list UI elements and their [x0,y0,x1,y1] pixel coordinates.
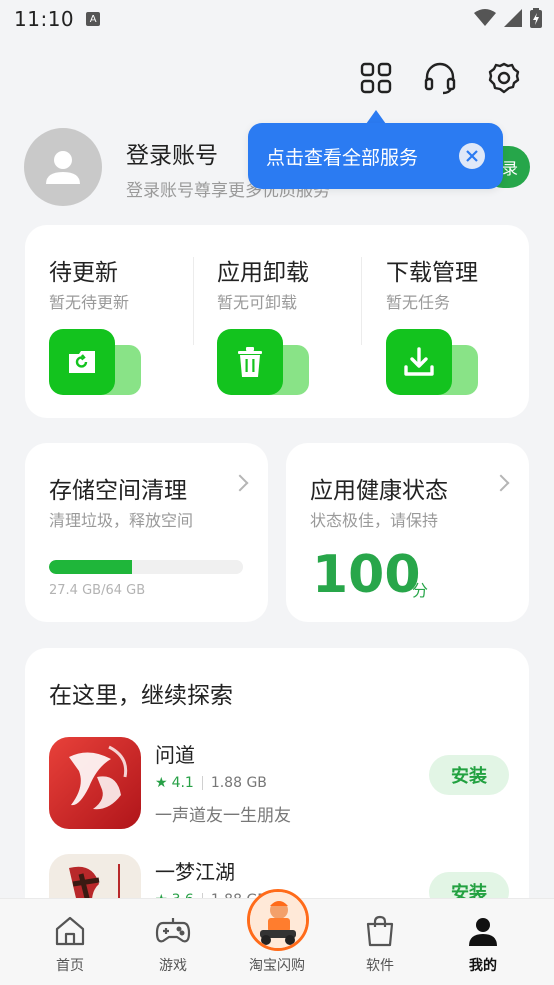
status-bar: 11:10 A [0,0,554,38]
health-score: 100 [312,545,421,605]
customer-service-button[interactable] [418,56,462,100]
storage-cleanup-card[interactable]: 存储空间清理 清理垃圾，释放空间 27.4 GB/64 GB [25,443,268,622]
update-icon [49,329,141,395]
health-title: 应用健康状态 [310,478,448,504]
status-indicators [474,8,542,28]
install-button[interactable]: 安装 [429,755,509,795]
storage-progress-fill [49,560,133,574]
divider [361,257,362,345]
explore-title: 在这里，继续探索 [49,683,233,709]
divider [193,257,194,345]
qa-title: 应用卸载 [217,260,309,286]
tooltip-text: 点击查看全部服务 [266,146,419,169]
account-title[interactable]: 登录账号 [126,136,218,170]
tooltip-close-button[interactable] [459,143,485,169]
gear-icon [488,62,520,94]
gamepad-icon [155,913,191,949]
star-icon: ★ [155,775,168,791]
taobao-delivery-icon[interactable] [247,889,309,951]
app-list-item[interactable]: 问道 ★ 4.1 1.88 GB 一声道友一生朋友 安装 [49,737,509,833]
default-avatar-icon [46,151,80,184]
nav-label: 游戏 [159,958,187,974]
chevron-right-icon [231,474,249,492]
trash-icon [217,329,309,395]
all-services-button[interactable] [354,56,398,100]
app-meta: ★ 4.1 1.88 GB [155,775,267,791]
headset-icon [424,62,456,95]
app-health-card[interactable]: 应用健康状态 状态极佳，请保持 100 分 [286,443,529,622]
signal-icon [504,9,522,27]
nav-item-home[interactable]: 首页 [15,899,125,985]
storage-usage-text: 27.4 GB/64 GB [49,583,146,598]
app-size: 1.88 GB [210,775,267,791]
divider [201,776,203,790]
home-icon [52,913,88,949]
status-time: 11:10 [14,7,75,31]
storage-title: 存储空间清理 [49,478,187,504]
qa-title: 下载管理 [386,260,478,286]
nav-label: 首页 [56,958,84,974]
avatar[interactable] [24,128,102,206]
notification-icon: A [86,12,101,26]
wendao-app-icon[interactable] [49,737,141,829]
top-toolbar [0,56,554,100]
person-icon [465,913,501,949]
pending-updates-item[interactable]: 待更新 暂无待更新 [49,225,199,418]
shopping-bag-icon [362,913,398,949]
qa-subtitle: 暂无任务 [386,293,451,312]
close-icon [466,150,478,162]
nav-label: 软件 [366,958,394,974]
grid-icon [360,62,392,94]
battery-icon [530,8,542,28]
storage-progress-bar [49,560,243,574]
uninstall-apps-item[interactable]: 应用卸载 暂无可卸载 [217,225,367,418]
nav-item-mine[interactable]: 我的 [428,899,538,985]
tooltip-arrow [366,110,386,124]
nav-label: 我的 [469,958,497,974]
app-rating: 4.1 [171,775,194,791]
qa-subtitle: 暂无待更新 [49,293,130,312]
download-manager-item[interactable]: 下载管理 暂无任务 [386,225,536,418]
app-name: 一梦江湖 [155,860,235,884]
nav-label: 淘宝闪购 [249,958,305,974]
nav-item-software[interactable]: 软件 [325,899,435,985]
settings-button[interactable] [482,56,526,100]
storage-subtitle: 清理垃圾，释放空间 [49,511,194,530]
app-name: 问道 [155,743,195,767]
download-icon [386,329,478,395]
qa-subtitle: 暂无可卸载 [217,293,298,312]
qa-title: 待更新 [49,260,118,286]
services-tooltip: 点击查看全部服务 [248,123,503,189]
health-subtitle: 状态极佳，请保持 [310,511,439,530]
chevron-right-icon [492,474,510,492]
wifi-icon [474,9,496,26]
quick-actions-card: 待更新 暂无待更新 应用卸载 暂无可卸载 下载管理 暂无任务 [25,225,529,418]
app-description: 一声道友一生朋友 [155,806,291,826]
health-score-unit: 分 [412,581,429,600]
nav-item-games[interactable]: 游戏 [118,899,228,985]
